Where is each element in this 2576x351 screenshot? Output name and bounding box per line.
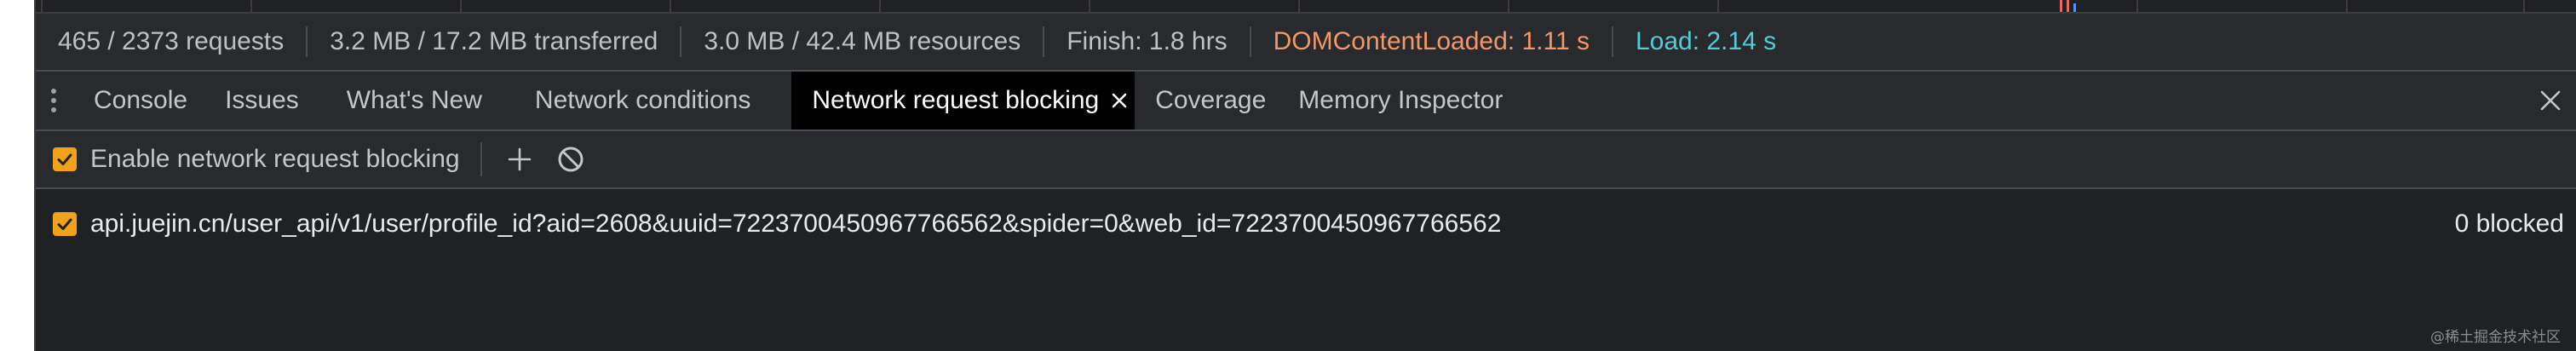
checkmark-icon (57, 218, 72, 230)
tab-label: Memory Inspector (1298, 86, 1504, 114)
enable-blocking-label: Enable network request blocking (90, 145, 460, 173)
blocked-count: 0 blocked (2454, 210, 2564, 238)
tab-label: Issues (225, 86, 299, 114)
tab-network-request-blocking[interactable]: Network request blocking (791, 72, 1136, 129)
devtools-panel: 465 / 2373 requests 3.2 MB / 17.2 MB tra… (36, 0, 2576, 351)
waterfall-gridline (2523, 0, 2525, 12)
load-time: Load: 2.14 s (1635, 27, 1777, 55)
waterfall-gridline (2346, 0, 2348, 12)
waterfall-gridline (670, 0, 671, 12)
waterfall-gridline (1298, 0, 1300, 12)
waterfall-gridline (2136, 0, 2138, 12)
block-icon (558, 147, 584, 172)
drawer-tab-bar: Console Issues What's New Network condit… (36, 72, 2576, 131)
pattern-checkbox[interactable] (53, 212, 77, 236)
page-edge (0, 0, 34, 351)
tab-label: What's New (346, 86, 482, 114)
tab-memory-inspector[interactable]: Memory Inspector (1297, 72, 1523, 129)
watermark: @稀土掘金技术社区 (2430, 329, 2561, 346)
checkmark-icon (57, 153, 72, 165)
tab-label: Network conditions (534, 86, 751, 114)
pattern-url: api.juejin.cn/user_api/v1/user/profile_i… (90, 210, 1502, 238)
resources-size: 3.0 MB / 42.4 MB resources (704, 27, 1021, 55)
enable-blocking-toggle[interactable]: Enable network request blocking (53, 145, 460, 174)
transferred-size: 3.2 MB / 17.2 MB transferred (330, 27, 658, 55)
tab-label: Coverage (1155, 86, 1267, 114)
dom-content-loaded-time: DOMContentLoaded: 1.11 s (1273, 27, 1590, 55)
finish-time: Finish: 1.8 hrs (1067, 27, 1228, 55)
waterfall-load-marker (2067, 0, 2069, 12)
close-icon[interactable] (2533, 83, 2567, 118)
list-item[interactable]: api.juejin.cn/user_api/v1/user/profile_i… (36, 198, 2576, 250)
waterfall-load-marker (2060, 0, 2062, 12)
waterfall-gridline (1089, 0, 1090, 12)
divider (480, 142, 482, 176)
tab-console[interactable]: Console (72, 72, 208, 129)
kebab-menu-icon[interactable] (36, 72, 72, 129)
blocking-toolbar: Enable network request blocking (36, 131, 2576, 189)
plus-icon (508, 147, 531, 171)
tab-network-conditions[interactable]: Network conditions (516, 72, 791, 129)
waterfall-gridline (879, 0, 881, 12)
add-pattern-button[interactable] (501, 141, 538, 178)
tab-issues[interactable]: Issues (208, 72, 328, 129)
tab-whats-new[interactable]: What's New (328, 72, 516, 129)
network-summary-bar: 465 / 2373 requests 3.2 MB / 17.2 MB tra… (36, 14, 2576, 72)
blocked-patterns-list: api.juejin.cn/user_api/v1/user/profile_i… (36, 189, 2576, 351)
enable-blocking-checkbox[interactable] (53, 147, 77, 171)
network-waterfall-overview (36, 0, 2576, 14)
close-icon[interactable] (1111, 92, 1128, 109)
waterfall-dcl-marker (2073, 3, 2076, 12)
waterfall-gridline (460, 0, 462, 12)
waterfall-gridline (41, 0, 43, 12)
tab-label: Console (94, 86, 188, 114)
remove-all-patterns-button[interactable] (552, 141, 589, 178)
waterfall-gridline (1717, 0, 1719, 12)
waterfall-gridline (250, 0, 252, 12)
tab-label: Network request blocking (812, 86, 1100, 114)
tab-coverage[interactable]: Coverage (1135, 72, 1297, 129)
waterfall-gridline (1508, 0, 1509, 12)
requests-count: 465 / 2373 requests (58, 27, 285, 55)
